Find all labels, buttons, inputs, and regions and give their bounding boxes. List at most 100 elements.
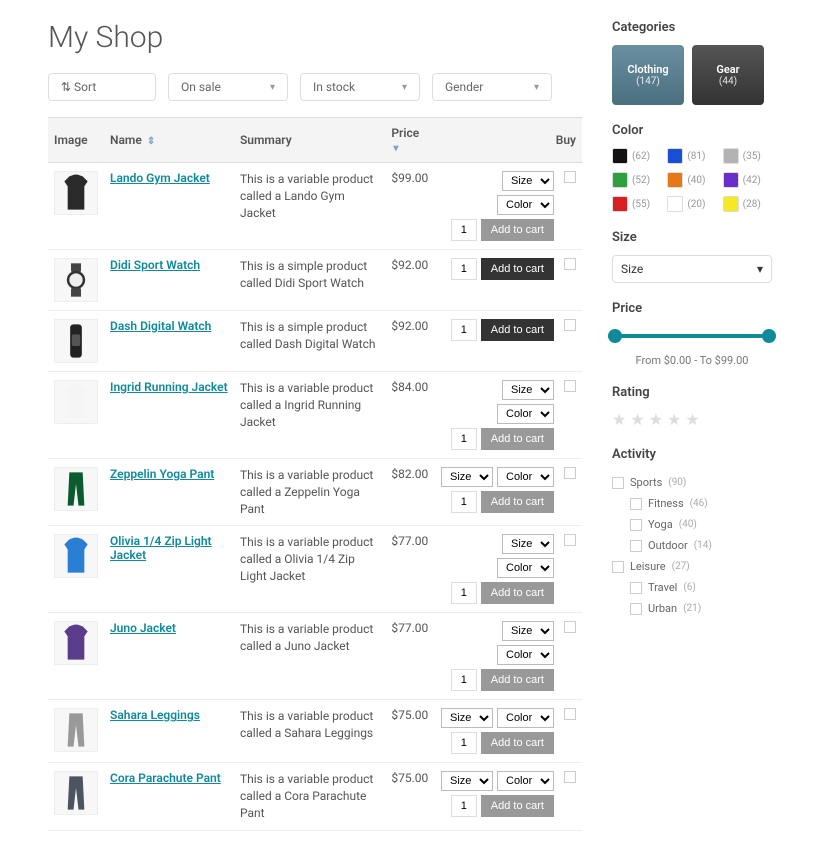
- price-slider[interactable]: [612, 326, 772, 346]
- product-thumbnail[interactable]: [54, 771, 98, 815]
- color-swatch: [723, 172, 739, 188]
- quantity-input[interactable]: [451, 732, 477, 754]
- category-card-clothing[interactable]: Clothing(147): [612, 45, 684, 105]
- quantity-input[interactable]: [451, 428, 477, 450]
- color-swatch-item[interactable]: (35): [723, 148, 772, 164]
- product-link[interactable]: Lando Gym Jacket: [110, 171, 210, 185]
- product-thumbnail[interactable]: [54, 258, 98, 302]
- size-filter-select[interactable]: Size ▾: [612, 255, 772, 283]
- color-swatch-item[interactable]: (28): [723, 196, 772, 212]
- col-buy[interactable]: Buy: [435, 118, 582, 163]
- activity-checkbox[interactable]: [630, 540, 642, 552]
- activity-checkbox[interactable]: [630, 519, 642, 531]
- activity-count: (27): [672, 561, 690, 572]
- gender-filter[interactable]: Gender▾: [432, 73, 552, 101]
- activity-checkbox[interactable]: [612, 561, 624, 573]
- star-icon[interactable]: ★: [685, 410, 699, 429]
- variant-select-size[interactable]: Size: [502, 534, 554, 554]
- variant-select-color[interactable]: Color: [497, 404, 554, 424]
- add-to-cart-button[interactable]: Add to cart: [481, 732, 554, 754]
- compare-checkbox[interactable]: [564, 319, 576, 331]
- color-swatch-item[interactable]: (20): [667, 196, 716, 212]
- product-thumbnail[interactable]: [54, 708, 98, 752]
- color-swatch-item[interactable]: (55): [612, 196, 661, 212]
- activity-checkbox[interactable]: [630, 582, 642, 594]
- slider-handle-max[interactable]: [762, 329, 776, 343]
- col-name[interactable]: Name ⇕: [104, 118, 234, 163]
- product-link[interactable]: Cora Parachute Pant: [110, 771, 221, 785]
- product-link[interactable]: Olivia 1/4 Zip Light Jacket: [110, 534, 212, 562]
- add-to-cart-button[interactable]: Add to cart: [481, 669, 554, 691]
- add-to-cart-button[interactable]: Add to cart: [481, 428, 554, 450]
- quantity-input[interactable]: [451, 319, 477, 341]
- product-link[interactable]: Didi Sport Watch: [110, 258, 200, 272]
- variant-select-color[interactable]: Color: [497, 558, 554, 578]
- col-image[interactable]: Image: [48, 118, 104, 163]
- activity-checkbox[interactable]: [630, 603, 642, 615]
- product-summary: This is a variable product called a Zepp…: [240, 467, 379, 517]
- add-to-cart-button[interactable]: Add to cart: [481, 582, 554, 604]
- star-icon[interactable]: ★: [612, 410, 626, 429]
- variant-select-color[interactable]: Color: [497, 771, 554, 791]
- compare-checkbox[interactable]: [564, 467, 576, 479]
- product-thumbnail[interactable]: [54, 534, 98, 578]
- compare-checkbox[interactable]: [564, 771, 576, 783]
- product-thumbnail[interactable]: [54, 467, 98, 511]
- col-price[interactable]: Price ▾: [385, 118, 435, 163]
- color-swatch-item[interactable]: (62): [612, 148, 661, 164]
- quantity-input[interactable]: [451, 669, 477, 691]
- variant-select-size[interactable]: Size: [502, 171, 554, 191]
- col-summary[interactable]: Summary: [234, 118, 385, 163]
- add-to-cart-button[interactable]: Add to cart: [481, 319, 554, 341]
- product-link[interactable]: Sahara Leggings: [110, 708, 200, 722]
- quantity-input[interactable]: [451, 795, 477, 817]
- variant-select-color[interactable]: Color: [497, 195, 554, 215]
- color-swatch-item[interactable]: (42): [723, 172, 772, 188]
- slider-handle-min[interactable]: [608, 329, 622, 343]
- product-link[interactable]: Dash Digital Watch: [110, 319, 211, 333]
- page-title: My Shop: [48, 20, 582, 55]
- variant-select-size[interactable]: Size: [441, 708, 493, 728]
- quantity-input[interactable]: [451, 258, 477, 280]
- quantity-input[interactable]: [451, 491, 477, 513]
- star-icon[interactable]: ★: [630, 410, 644, 429]
- compare-checkbox[interactable]: [564, 171, 576, 183]
- product-link[interactable]: Zeppelin Yoga Pant: [110, 467, 214, 481]
- product-link[interactable]: Juno Jacket: [110, 621, 176, 635]
- quantity-input[interactable]: [451, 219, 477, 241]
- variant-select-size[interactable]: Size: [502, 621, 554, 641]
- color-swatch-item[interactable]: (81): [667, 148, 716, 164]
- activity-checkbox[interactable]: [630, 498, 642, 510]
- add-to-cart-button[interactable]: Add to cart: [481, 258, 554, 280]
- add-to-cart-button[interactable]: Add to cart: [481, 491, 554, 513]
- variant-select-size[interactable]: Size: [441, 467, 493, 487]
- compare-checkbox[interactable]: [564, 380, 576, 392]
- onsale-filter[interactable]: On sale▾: [168, 73, 288, 101]
- sort-button[interactable]: ⇅ Sort: [48, 73, 156, 101]
- table-row: Sahara Leggings This is a variable produ…: [48, 700, 582, 763]
- compare-checkbox[interactable]: [564, 258, 576, 270]
- color-swatch-item[interactable]: (52): [612, 172, 661, 188]
- star-icon[interactable]: ★: [667, 410, 681, 429]
- instock-filter[interactable]: In stock▾: [300, 73, 420, 101]
- color-swatch-item[interactable]: (40): [667, 172, 716, 188]
- product-thumbnail[interactable]: [54, 621, 98, 665]
- compare-checkbox[interactable]: [564, 534, 576, 546]
- variant-select-color[interactable]: Color: [497, 708, 554, 728]
- variant-select-size[interactable]: Size: [441, 771, 493, 791]
- star-icon[interactable]: ★: [649, 410, 663, 429]
- product-thumbnail[interactable]: [54, 319, 98, 363]
- compare-checkbox[interactable]: [564, 621, 576, 633]
- product-thumbnail[interactable]: [54, 171, 98, 215]
- product-thumbnail[interactable]: [54, 380, 98, 424]
- compare-checkbox[interactable]: [564, 708, 576, 720]
- product-link[interactable]: Ingrid Running Jacket: [110, 380, 228, 394]
- variant-select-color[interactable]: Color: [497, 645, 554, 665]
- add-to-cart-button[interactable]: Add to cart: [481, 795, 554, 817]
- quantity-input[interactable]: [451, 582, 477, 604]
- add-to-cart-button[interactable]: Add to cart: [481, 219, 554, 241]
- variant-select-size[interactable]: Size: [502, 380, 554, 400]
- activity-checkbox[interactable]: [612, 477, 624, 489]
- category-card-gear[interactable]: Gear(44): [692, 45, 764, 105]
- variant-select-color[interactable]: Color: [497, 467, 554, 487]
